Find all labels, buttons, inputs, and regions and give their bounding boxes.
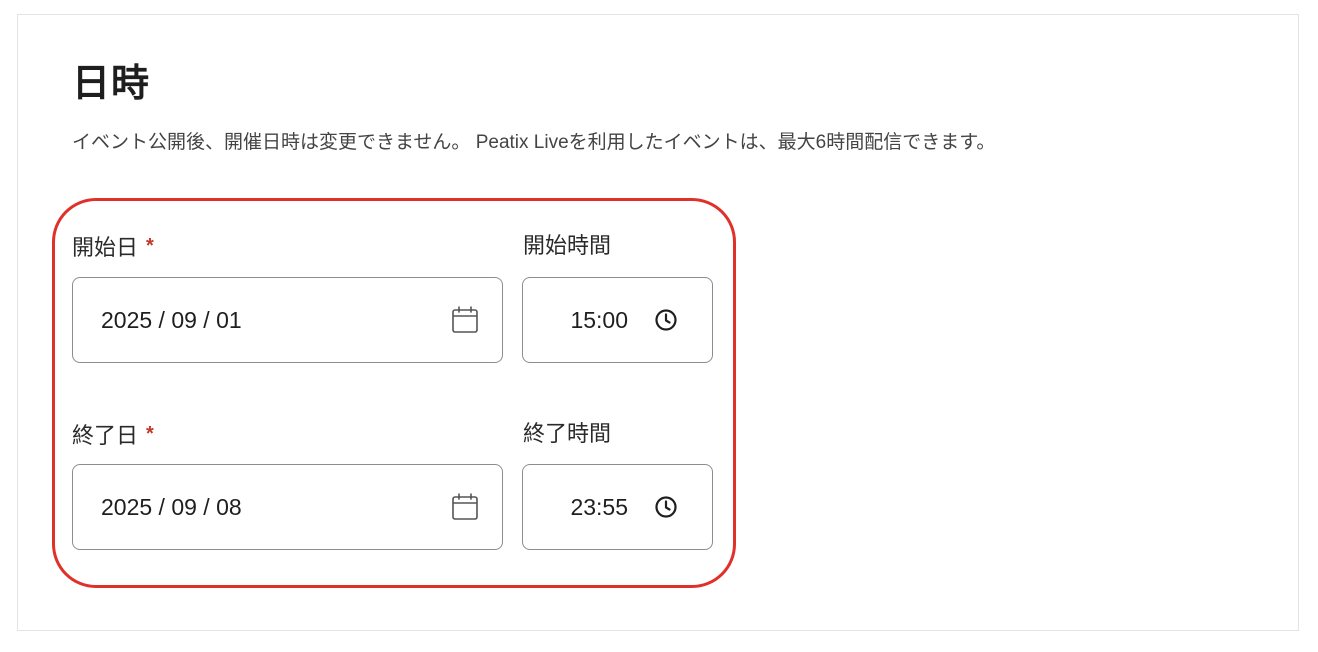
clock-icon[interactable]	[654, 308, 678, 332]
start-date-value: 2025 / 09 / 01	[101, 306, 242, 333]
end-date-value: 2025 / 09 / 08	[101, 493, 242, 520]
end-time-value: 23:55	[570, 493, 628, 520]
section-title: 日時	[72, 63, 151, 105]
start-date-label: 開始日 *	[72, 232, 154, 262]
clock-icon[interactable]	[654, 495, 678, 519]
end-date-label: 終了日 *	[72, 420, 154, 450]
end-date-label-text: 終了日	[72, 423, 139, 448]
start-time-label: 開始時間	[523, 233, 612, 258]
end-time-label: 終了時間	[523, 421, 612, 446]
end-time-input[interactable]: 23:55	[522, 464, 713, 550]
start-date-input[interactable]: 2025 / 09 / 01	[72, 277, 503, 363]
end-date-input[interactable]: 2025 / 09 / 08	[72, 464, 503, 550]
required-mark: *	[146, 235, 154, 257]
required-mark: *	[146, 423, 154, 445]
calendar-icon[interactable]	[450, 492, 480, 522]
start-date-label-text: 開始日	[72, 235, 139, 260]
start-time-value: 15:00	[570, 306, 628, 333]
section-description: イベント公開後、開催日時は変更できません。 Peatix Liveを利用したイベ…	[72, 132, 996, 153]
start-time-input[interactable]: 15:00	[522, 277, 713, 363]
calendar-icon[interactable]	[450, 305, 480, 335]
